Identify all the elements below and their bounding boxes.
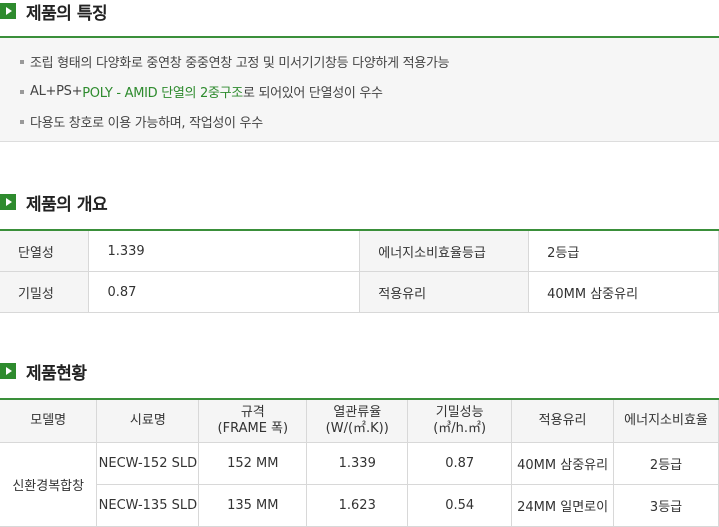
header-thermal: 열관류율 (W/(㎡.K)) [306, 398, 409, 443]
features-title: 제품의 특징 [26, 3, 108, 24]
energy-cell: 2등급 [613, 442, 719, 485]
status-table: 모델명 시료명 규격 (FRAME 폭) 열관류율 (W/(㎡.K)) 기밀성능 (㎥… [0, 398, 719, 527]
header-model: 모델명 [0, 398, 98, 443]
header-thermal-line1: 열관류율 [333, 405, 382, 420]
status-title: 제품현황 [26, 363, 87, 384]
feature-text-highlight: POLY - AMID 단열의 2중구조 [82, 86, 243, 101]
overview-heading: 제품의 개요 [0, 191, 108, 215]
airtight-cell: 0.87 [407, 442, 513, 485]
overview-label: 적용유리 [359, 271, 530, 313]
status-heading: 제품현황 [0, 360, 87, 384]
header-glass: 적용유리 [511, 398, 615, 443]
features-box: 조립 형태의 다양화로 중연창 중중연창 고정 및 미서기기창등 다양하게 적용… [0, 36, 719, 142]
overview-label: 에너지소비효율등급 [359, 229, 530, 272]
features-heading: 제품의 특징 [0, 0, 108, 24]
table-header-row: 모델명 시료명 규격 (FRAME 폭) 열관류율 (W/(㎡.K)) 기밀성능 (㎥… [0, 398, 719, 443]
overview-title: 제품의 개요 [26, 194, 108, 215]
feature-text-pre: AL+PS+ [30, 84, 83, 99]
sample-cell: NECW-152 SLD [96, 442, 200, 485]
overview-label: 단열성 [0, 229, 90, 272]
bullet-icon [20, 59, 24, 64]
bullet-icon [20, 119, 24, 124]
overview-value: 1.339 [88, 229, 361, 272]
thermal-cell: 1.339 [306, 442, 409, 485]
feature-item: 조립 형태의 다양화로 중연창 중중연창 고정 및 미서기기창등 다양하게 적용… [20, 52, 450, 71]
header-airtight-line2: (㎥/h.㎡) [433, 421, 487, 436]
table-row: 신환경복합창 NECW-152 SLD 152 MM 1.339 0.87 40… [0, 442, 719, 527]
play-square-icon [0, 363, 16, 379]
header-airtight: 기밀성능 (㎥/h.㎡) [407, 398, 513, 443]
header-airtight-line1: 기밀성능 [435, 405, 484, 420]
table-row: 기밀성 0.87 적용유리 40MM 삼중유리 [0, 271, 719, 313]
feature-text: 다용도 창호로 이용 가능하며, 작업성이 우수 [30, 116, 263, 131]
feature-text-post: 로 되어있어 단열성이 우수 [242, 86, 383, 101]
sample-cell: NECW-135 SLD [96, 484, 200, 527]
header-energy: 에너지소비효율 [613, 398, 719, 443]
bullet-icon [20, 89, 24, 94]
table-row: NECW-135 SLD 135 MM 1.623 0.54 24MM 일면로이… [0, 484, 719, 527]
thermal-cell: 1.623 [306, 484, 409, 527]
feature-item: 다용도 창호로 이용 가능하며, 작업성이 우수 [20, 112, 263, 131]
play-square-icon [0, 194, 16, 210]
feature-item: AL+PS+ POLY - AMID 단열의 2중구조 로 되어있어 단열성이 우수 [20, 82, 383, 101]
spec-cell: 152 MM [198, 442, 308, 485]
table-row: 단열성 1.339 에너지소비효율등급 2등급 [0, 229, 719, 272]
play-square-icon [0, 3, 16, 19]
overview-label: 기밀성 [0, 271, 90, 313]
overview-value: 0.87 [88, 271, 361, 313]
header-spec: 규격 (FRAME 폭) [198, 398, 308, 443]
model-name-cell: 신환경복합창 [0, 442, 98, 527]
header-spec-line2: (FRAME 폭) [217, 421, 289, 436]
airtight-cell: 0.54 [407, 484, 513, 527]
overview-value: 40MM 삼중유리 [528, 271, 719, 313]
overview-table: 단열성 1.339 에너지소비효율등급 2등급 기밀성 0.87 적용유리 40… [0, 229, 719, 313]
glass-cell: 40MM 삼중유리 [511, 442, 615, 485]
header-thermal-line2: (W/(㎡.K)) [325, 421, 389, 436]
overview-value: 2등급 [528, 229, 719, 272]
header-spec-line1: 규격 [240, 405, 265, 420]
feature-text: 조립 형태의 다양화로 중연창 중중연창 고정 및 미서기기창등 다양하게 적용… [30, 56, 450, 71]
spec-cell: 135 MM [198, 484, 308, 527]
header-sample: 시료명 [96, 398, 200, 443]
glass-cell: 24MM 일면로이 [511, 484, 615, 527]
energy-cell: 3등급 [613, 484, 719, 527]
